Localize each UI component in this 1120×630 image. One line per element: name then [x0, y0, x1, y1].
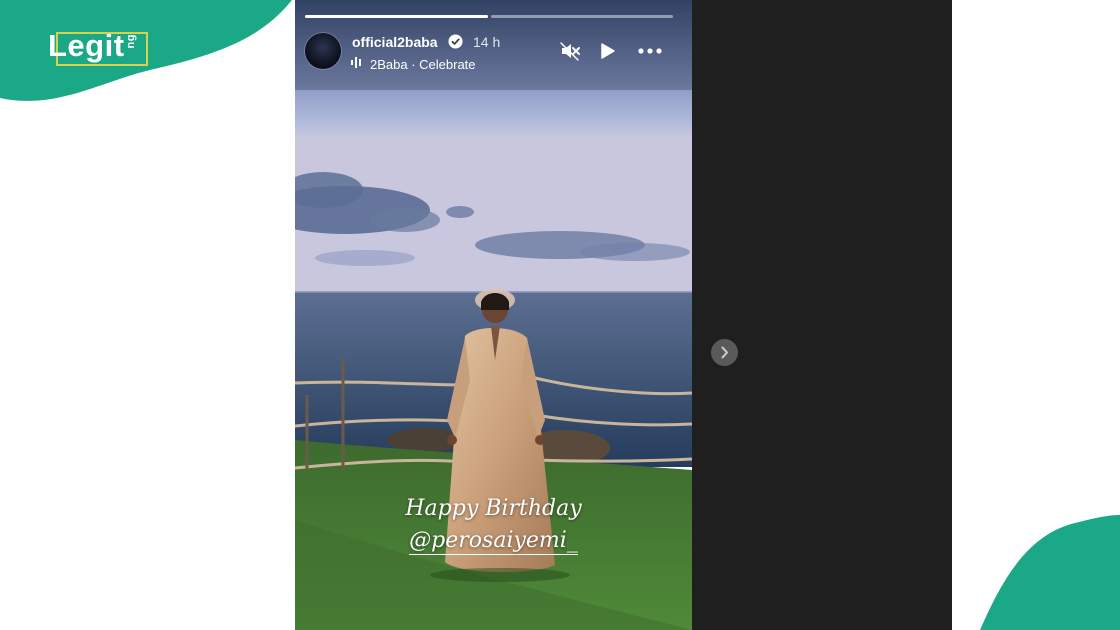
caption-greeting: Happy Birthday	[405, 496, 582, 521]
music-bars-icon	[351, 57, 361, 68]
brand-shape-top	[0, 0, 292, 101]
time-ago: 14 h	[473, 34, 501, 50]
more-options-icon[interactable]	[637, 40, 663, 62]
username[interactable]: official2baba	[352, 34, 438, 50]
music-label[interactable]: 2Baba · Celebrate	[370, 57, 476, 72]
story-progress-1	[305, 15, 488, 18]
next-story-button[interactable]	[711, 339, 738, 366]
story-side-panel	[692, 0, 952, 630]
brand-shape-bottom	[980, 515, 1120, 630]
chevron-right-icon	[721, 346, 728, 359]
story-progress-2	[491, 15, 673, 18]
avatar[interactable]	[305, 33, 341, 69]
mention-link[interactable]: @perosaiyemi_	[409, 528, 578, 555]
story-progress-1-fill	[305, 15, 488, 18]
logo-word: Legit	[48, 28, 125, 63]
logo-suffix: ng	[124, 34, 137, 49]
play-icon[interactable]	[596, 40, 618, 62]
caption-mention[interactable]: @perosaiyemi_	[295, 528, 692, 555]
legit-logo[interactable]: Legit ng	[48, 28, 148, 66]
verified-badge-icon	[448, 34, 463, 49]
story-viewer[interactable]: official2baba 14 h 2Baba · Celebrate Hap…	[295, 0, 692, 630]
mute-icon[interactable]	[559, 40, 581, 62]
